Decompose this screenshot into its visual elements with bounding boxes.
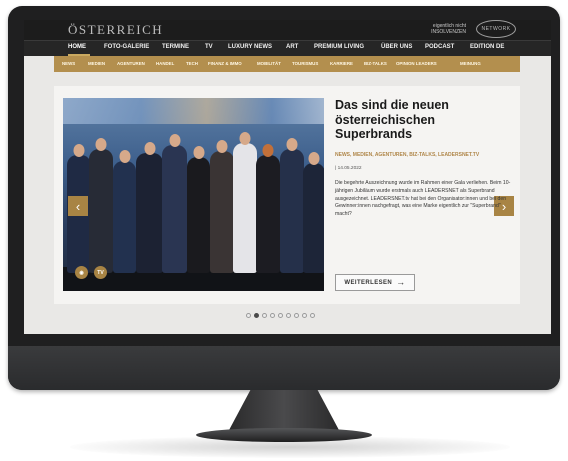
- carousel-dot[interactable]: [286, 313, 291, 318]
- article-headline[interactable]: Das sind die neuen österreichischen Supe…: [335, 98, 510, 142]
- chevron-left-icon: ‹: [75, 198, 81, 214]
- product-mockup: ÖSTERREICH eigentlich nicht INSOLVENZEN …: [0, 0, 568, 461]
- carousel-dot[interactable]: [302, 313, 307, 318]
- carousel-dot[interactable]: [270, 313, 275, 318]
- category-finanz-immo[interactable]: FINANZ & IMMO: [208, 61, 242, 66]
- person-silhouette: [280, 138, 304, 273]
- arrow-right-icon: →: [396, 277, 406, 287]
- category-medien[interactable]: MEDIEN: [88, 61, 105, 66]
- category-mobilitaet[interactable]: MOBILITÄT: [257, 61, 281, 66]
- nav-item-luxury-news[interactable]: LUXURY NEWS: [228, 44, 272, 50]
- carousel-dot[interactable]: [262, 313, 267, 318]
- carousel-dot[interactable]: [310, 313, 315, 318]
- main-nav: HOME FOTO-GALERIE TERMINE TV LUXURY NEWS…: [24, 40, 551, 56]
- category-tourismus[interactable]: TOURISMUS: [292, 61, 318, 66]
- category-opinion-leaders[interactable]: OPINION LEADERS: [396, 61, 437, 66]
- person-silhouette: [89, 138, 113, 273]
- nav-item-foto-galerie[interactable]: FOTO-GALERIE: [104, 44, 149, 50]
- nav-item-home[interactable]: HOME: [68, 44, 86, 50]
- category-tech[interactable]: TECH: [186, 61, 198, 66]
- person-silhouette: [210, 140, 234, 273]
- category-karriere[interactable]: KARRIERE: [330, 61, 353, 66]
- person-silhouette: [136, 142, 163, 273]
- person-silhouette: [303, 152, 324, 273]
- category-handel[interactable]: HANDEL: [156, 61, 174, 66]
- category-news[interactable]: NEWS: [62, 61, 75, 66]
- carousel-prev-button[interactable]: ‹: [68, 196, 88, 216]
- nav-item-art[interactable]: ART: [286, 44, 298, 50]
- category-nav: NEWS MEDIEN AGENTUREN HANDEL TECH FINANZ…: [54, 56, 520, 72]
- camera-icon[interactable]: ◉: [75, 266, 88, 279]
- tv-icon[interactable]: TV: [94, 266, 107, 279]
- carousel-dot[interactable]: [278, 313, 283, 318]
- nav-item-termine[interactable]: TERMINE: [162, 44, 189, 50]
- article-photo[interactable]: ◉ TV: [63, 98, 324, 291]
- article-excerpt: Die begehrte Auszeichnung wurde im Rahme…: [335, 180, 511, 218]
- read-more-button[interactable]: WEITERLESEN →: [335, 274, 415, 291]
- carousel-dot[interactable]: [294, 313, 299, 318]
- nav-item-premium-living[interactable]: PREMIUM LIVING: [314, 44, 364, 50]
- network-logo[interactable]: NETWORK: [476, 20, 516, 38]
- website-screen: ÖSTERREICH eigentlich nicht INSOLVENZEN …: [24, 20, 551, 334]
- partner-logo: eigentlich nicht INSOLVENZEN: [431, 23, 466, 35]
- monitor-stand-base: [196, 428, 372, 442]
- nav-item-podcast[interactable]: PODCAST: [425, 44, 454, 50]
- person-silhouette: [187, 146, 210, 273]
- read-more-label: WEITERLESEN: [344, 279, 393, 286]
- carousel-dot[interactable]: [246, 313, 251, 318]
- person-silhouette: [256, 144, 280, 273]
- carousel-pagination: [246, 313, 315, 318]
- nav-item-tv[interactable]: TV: [205, 44, 213, 50]
- featured-article-card: ◉ TV ‹ › Das sind die neuen österreichis…: [54, 86, 520, 304]
- stage-lights: [63, 98, 324, 124]
- carousel-dot[interactable]: [254, 313, 259, 318]
- category-meinung[interactable]: MEINUNG: [460, 61, 481, 66]
- category-biz-talks[interactable]: BIZ-TALKS: [364, 61, 387, 66]
- site-logo[interactable]: ÖSTERREICH: [68, 22, 163, 38]
- person-silhouette: [113, 150, 136, 273]
- nav-item-edition-de[interactable]: EDITION DE: [470, 44, 504, 50]
- article-date: | 14.05.2022: [335, 166, 362, 171]
- person-silhouette: [233, 132, 257, 273]
- person-silhouette: [162, 134, 187, 273]
- article-categories[interactable]: NEWS, MEDIEN, AGENTUREN, BIZ-TALKS, LEAD…: [335, 152, 510, 159]
- monitor-chin: [8, 346, 560, 390]
- site-header: ÖSTERREICH eigentlich nicht INSOLVENZEN …: [24, 20, 551, 40]
- category-agenturen[interactable]: AGENTUREN: [117, 61, 145, 66]
- nav-item-ueber-uns[interactable]: ÜBER UNS: [381, 44, 412, 50]
- monitor-stand-neck: [228, 390, 340, 432]
